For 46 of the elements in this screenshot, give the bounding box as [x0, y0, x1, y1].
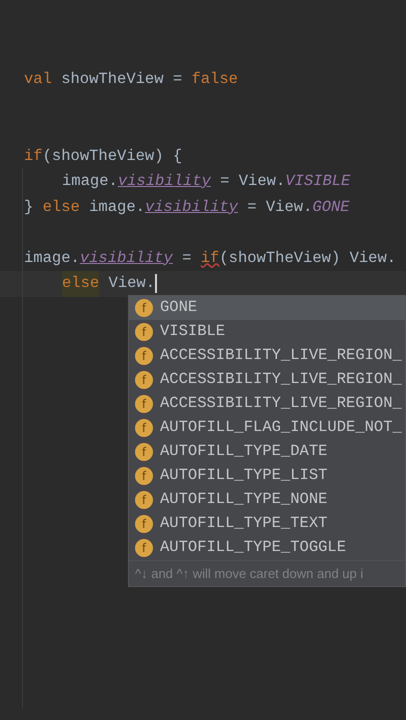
- property-name: visibility: [118, 171, 211, 192]
- completion-item[interactable]: f GONE: [129, 296, 405, 320]
- code-text: (showTheView) View.: [219, 248, 396, 268]
- completion-item[interactable]: f ACCESSIBILITY_LIVE_REGION_: [129, 392, 405, 416]
- field-icon: f: [135, 323, 153, 341]
- field-icon: f: [135, 443, 153, 461]
- keyword: val: [24, 69, 52, 90]
- code-text: image.: [88, 196, 145, 218]
- completion-item[interactable]: f AUTOFILL_TYPE_LIST: [129, 464, 405, 488]
- field-icon: f: [135, 395, 153, 413]
- field-icon: f: [135, 419, 153, 437]
- code-text: (showTheView) {: [42, 146, 182, 166]
- text-caret: [155, 274, 158, 294]
- hint-text: ^↓ and ^↑ will move caret down and up i: [135, 564, 364, 583]
- completion-item[interactable]: f AUTOFILL_TYPE_DATE: [129, 440, 405, 464]
- keyword: if: [200, 248, 220, 268]
- completion-item[interactable]: f ACCESSIBILITY_LIVE_REGION_: [129, 344, 405, 368]
- code-text: View.: [108, 273, 156, 294]
- property-name: visibility: [80, 248, 173, 268]
- completion-item[interactable]: f AUTOFILL_TYPE_NONE: [129, 488, 405, 512]
- completion-item[interactable]: f AUTOFILL_FLAG_INCLUDE_NOT_: [129, 416, 405, 440]
- constant-name: GONE: [312, 196, 350, 218]
- code-text: image.: [24, 248, 80, 268]
- field-icon: f: [135, 515, 153, 533]
- code-text: =: [181, 248, 192, 268]
- completion-item[interactable]: f ACCESSIBILITY_LIVE_REGION_: [129, 368, 405, 392]
- code-text: image.: [62, 171, 118, 192]
- field-icon: f: [135, 539, 153, 557]
- field-icon: f: [135, 491, 153, 509]
- constant-name: VISIBLE: [285, 171, 350, 192]
- completion-item[interactable]: f VISIBLE: [129, 320, 405, 344]
- code-text: showTheView =: [60, 69, 184, 90]
- property-name: visibility: [144, 196, 238, 218]
- keyword: else: [42, 196, 80, 218]
- code-text: }: [24, 196, 34, 218]
- code-text: = View.: [219, 171, 286, 192]
- field-icon: f: [135, 371, 153, 389]
- field-icon: f: [135, 299, 153, 317]
- keyword: false: [191, 69, 238, 90]
- completion-item[interactable]: f AUTOFILL_TYPE_TEXT: [129, 512, 405, 536]
- keyword: else: [62, 271, 100, 296]
- field-icon: f: [135, 347, 153, 365]
- field-icon: f: [135, 467, 153, 485]
- completion-item[interactable]: f AUTOFILL_TYPE_TOGGLE: [129, 536, 405, 560]
- code-text: = View.: [246, 196, 312, 218]
- keyword: if: [24, 146, 43, 166]
